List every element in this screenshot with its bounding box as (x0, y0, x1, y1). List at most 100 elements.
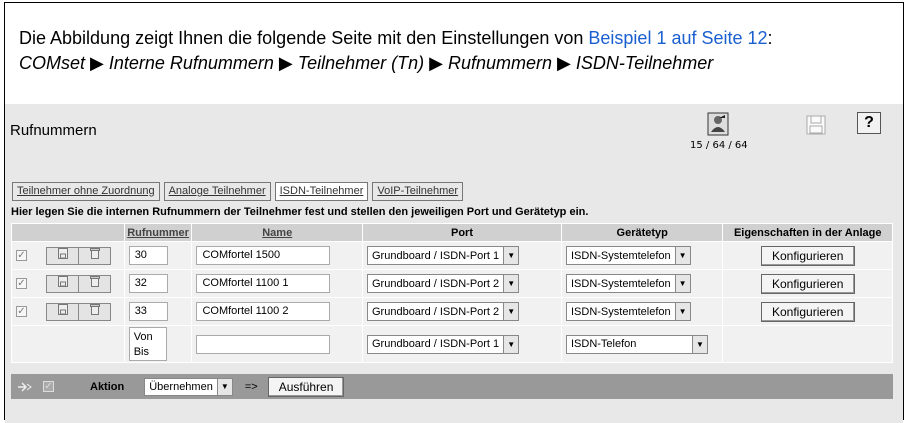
name-field[interactable]: COMfortel 1500 (196, 246, 331, 265)
caption-menu-path: COMset ▶ Interne Rufnummern ▶ Teilnehmer… (19, 53, 714, 73)
chevron-down-icon: ▼ (503, 335, 519, 353)
row-name-cell: COMfortel 1100 2 (191, 297, 363, 326)
new-row-name-cell (191, 325, 363, 363)
caption-example-link[interactable]: Beispiel 1 auf Seite 12 (588, 28, 767, 48)
range-to-label: Bis (133, 346, 149, 358)
action-arrow: => (244, 380, 258, 393)
header-eigenschaften: Eigenschaften in der Anlage (722, 223, 893, 242)
device-type-value: ISDN-Systemtelefon (570, 249, 671, 262)
new-row-type-cell: ISDN-Telefon ▼ (560, 325, 724, 363)
row-port-cell: Grundboard / ISDN-Port 2 ▼ (362, 269, 562, 298)
chevron-down-icon: ▼ (674, 247, 690, 264)
device-type-value: ISDN-Systemtelefon (570, 305, 671, 318)
new-name-field[interactable] (196, 334, 331, 354)
select-all-arrow-icon (17, 380, 33, 394)
tab-unassigned[interactable]: Teilnehmer ohne Zuordnung (12, 182, 160, 201)
new-row-range-cell: Von Bis (123, 325, 193, 363)
table-row: ✓ 33 COMfortel 1100 2 Grundboard / ISDN-… (11, 297, 893, 326)
row-action-cell: Konfigurieren (722, 269, 893, 298)
row-action-cell: Konfigurieren (722, 297, 893, 326)
row-save-button[interactable] (46, 246, 80, 265)
caption-line-1: Die Abbildung zeigt Ihnen die folgende S… (19, 26, 899, 51)
configure-button[interactable]: Konfigurieren (760, 301, 855, 322)
row-rufnummer-cell: 30 (123, 241, 193, 270)
trash-icon (89, 247, 100, 259)
figure-caption: Die Abbildung zeigt Ihnen die folgende S… (19, 26, 899, 76)
row-port-cell: Grundboard / ISDN-Port 1 ▼ (362, 241, 562, 270)
row-rufnummer-cell: 32 (123, 269, 193, 298)
configure-button[interactable]: Konfigurieren (760, 245, 855, 266)
action-select-value: Übernehmen (149, 380, 213, 393)
name-field[interactable]: COMfortel 1100 2 (196, 302, 331, 321)
row-checkbox[interactable]: ✓ (16, 306, 27, 317)
chevron-down-icon: ▼ (691, 335, 707, 353)
device-type-value: ISDN-Systemtelefon (570, 277, 671, 290)
device-type-select[interactable]: ISDN-Systemtelefon ▼ (565, 274, 691, 293)
chevron-down-icon: ▼ (503, 303, 519, 320)
action-label: Aktion (90, 380, 125, 393)
header-controls (11, 223, 125, 242)
port-select[interactable]: Grundboard / ISDN-Port 2 ▼ (367, 274, 520, 293)
row-delete-button[interactable] (78, 302, 112, 321)
row-controls: ✓ (11, 269, 125, 298)
trash-icon (89, 303, 100, 315)
name-field[interactable]: COMfortel 1100 1 (196, 274, 331, 293)
chevron-down-icon: ▼ (503, 247, 519, 264)
row-controls: ✓ (11, 241, 125, 270)
tab-bar: Teilnehmer ohne Zuordnung Analoge Teilne… (12, 182, 464, 201)
tab-analog[interactable]: Analoge Teilnehmer (163, 182, 271, 201)
row-checkbox[interactable]: ✓ (16, 278, 27, 289)
rufnummer-field[interactable]: 30 (128, 246, 168, 265)
action-bar: ✓ Aktion Übernehmen ▼ => Ausführen (11, 374, 893, 399)
port-select-value: Grundboard / ISDN-Port 2 (372, 305, 500, 318)
action-select[interactable]: Übernehmen ▼ (144, 377, 233, 396)
header-geraetetyp: Gerätetyp (560, 223, 724, 242)
table-row: ✓ 30 COMfortel 1500 Grundboard / ISDN-Po… (11, 241, 893, 270)
range-field[interactable]: Von Bis (128, 327, 167, 361)
chevron-down-icon: ▼ (674, 303, 690, 320)
port-select[interactable]: Grundboard / ISDN-Port 1 ▼ (367, 246, 520, 265)
rufnummer-field[interactable]: 33 (128, 302, 168, 321)
save-icon (57, 303, 68, 315)
execute-button[interactable]: Ausführen (267, 376, 345, 397)
port-select-value: Grundboard / ISDN-Port 2 (372, 277, 500, 290)
help-icon[interactable]: ? (857, 112, 881, 134)
port-select[interactable]: Grundboard / ISDN-Port 2 ▼ (367, 302, 520, 321)
new-device-type-value: ISDN-Telefon (570, 338, 637, 350)
tab-isdn[interactable]: ISDN-Teilnehmer (274, 182, 369, 201)
save-icon (57, 247, 68, 259)
page-title: Rufnummern (10, 122, 97, 139)
table-header: Rufnummer Name Port Gerätetyp Eigenschaf… (11, 223, 893, 242)
device-type-select[interactable]: ISDN-Systemtelefon ▼ (565, 246, 691, 265)
new-row-controls (11, 325, 125, 363)
row-delete-button[interactable] (78, 246, 112, 265)
row-controls: ✓ (11, 297, 125, 326)
port-select-value: Grundboard / ISDN-Port 1 (372, 249, 500, 262)
new-row-port-cell: Grundboard / ISDN-Port 1 ▼ (362, 325, 562, 363)
select-all-checkbox[interactable]: ✓ (43, 381, 54, 392)
new-device-type-select[interactable]: ISDN-Telefon ▼ (565, 334, 708, 354)
new-port-select[interactable]: Grundboard / ISDN-Port 1 ▼ (367, 334, 520, 354)
row-rufnummer-cell: 33 (123, 297, 193, 326)
chevron-down-icon: ▼ (674, 275, 690, 292)
row-checkbox[interactable]: ✓ (16, 250, 27, 261)
caption-colon: : (767, 28, 773, 48)
range-from-label: Von (133, 331, 153, 343)
row-port-cell: Grundboard / ISDN-Port 2 ▼ (362, 297, 562, 326)
header-rufnummer[interactable]: Rufnummer (123, 223, 193, 242)
row-save-button[interactable] (46, 274, 80, 293)
header-port: Port (362, 223, 562, 242)
configure-button[interactable]: Konfigurieren (760, 273, 855, 294)
device-type-select[interactable]: ISDN-Systemtelefon ▼ (565, 302, 691, 321)
subscriber-count-icon (707, 112, 729, 136)
row-save-button[interactable] (46, 302, 80, 321)
rufnummer-field[interactable]: 32 (128, 274, 168, 293)
chevron-down-icon: ▼ (216, 378, 232, 395)
header-name[interactable]: Name (191, 223, 363, 242)
save-icon[interactable] (805, 114, 827, 136)
chevron-down-icon: ▼ (503, 275, 519, 292)
subscriber-count: 15 / 64 / 64 (690, 140, 748, 151)
row-delete-button[interactable] (78, 274, 112, 293)
tab-voip[interactable]: VoIP-Teilnehmer (372, 182, 464, 201)
row-type-cell: ISDN-Systemtelefon ▼ (560, 269, 724, 298)
